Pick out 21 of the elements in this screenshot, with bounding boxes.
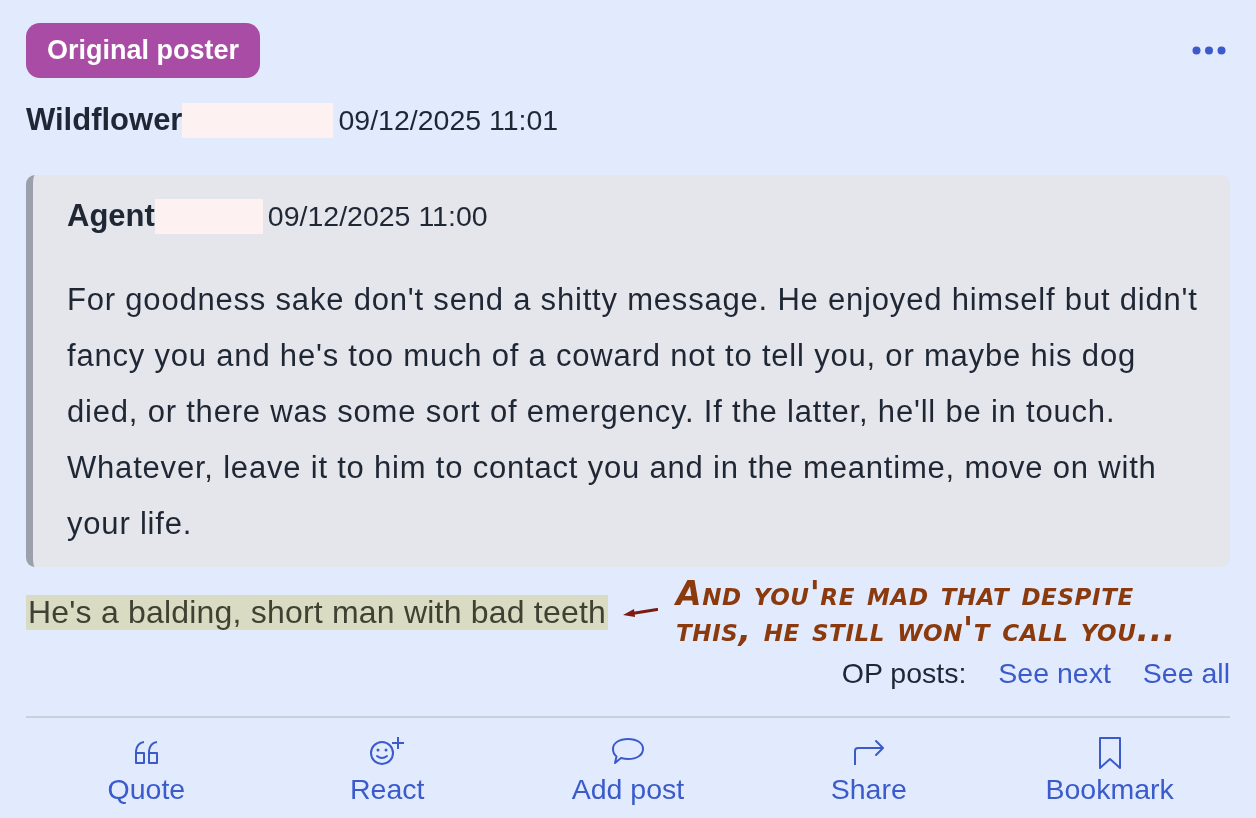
smiley-plus-icon: [369, 736, 406, 766]
bookmark-icon: [1097, 736, 1122, 770]
quote-text: For goodness sake don't send a shitty message. He enjoyed himself but didn't fancy you and he's too much of a coward not to tell you, or maybe his dog died, or there was some sort of emergency. If the latter, he'll be in touch. Whatever, leave it to him to contact you and in the meantime, move on with your life.: [67, 281, 1199, 543]
poster-badge: Original poster: [26, 23, 261, 78]
post-text: He's a balding, short man with bad teeth: [26, 594, 608, 630]
bookmark-button[interactable]: Bookmark: [989, 718, 1230, 805]
quote-button[interactable]: Quote: [26, 718, 267, 805]
quote-author[interactable]: Agent: [67, 192, 155, 240]
handwritten-note: And you're mad that despite this, he still won't call you...: [676, 576, 1177, 648]
more-icon[interactable]: [1192, 46, 1226, 55]
react-button[interactable]: React: [266, 718, 508, 805]
post-timestamp: 09/12/2025 11:01: [338, 102, 559, 138]
op-posts-link[interactable]: See all: [1142, 652, 1230, 695]
add-post-button[interactable]: Add post: [507, 718, 749, 805]
arrow-icon: [622, 606, 658, 618]
op-posts-label: OP posts:: [841, 656, 967, 692]
speech-bubble-icon: [611, 736, 645, 766]
op-posts-link[interactable]: See next: [998, 652, 1111, 695]
author-name[interactable]: Wildflower: [26, 96, 183, 144]
quote-timestamp: 09/12/2025 11:00: [267, 198, 488, 234]
share-button[interactable]: Share: [748, 718, 990, 805]
